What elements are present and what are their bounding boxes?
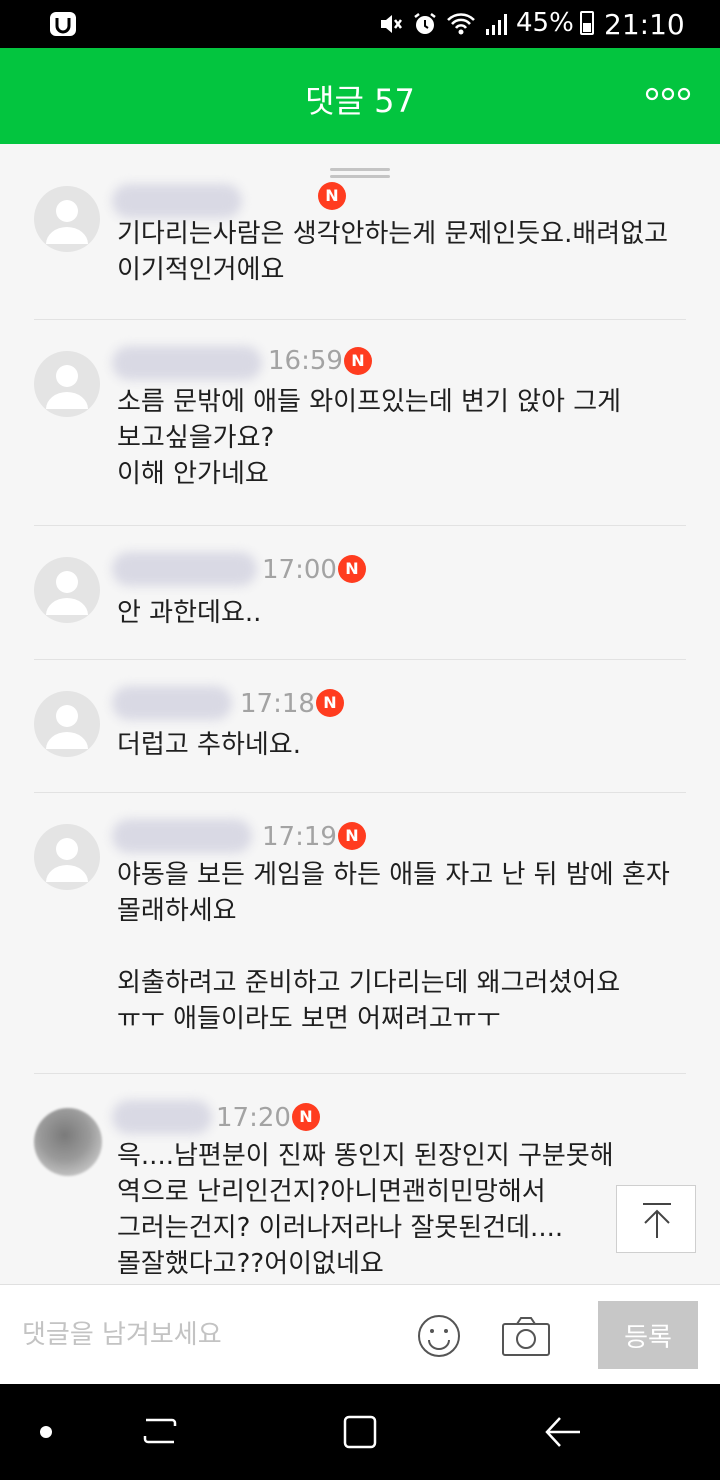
recent-apps-icon[interactable]	[142, 1414, 178, 1448]
nickname-blurred[interactable]	[112, 184, 242, 218]
alarm-icon	[414, 13, 436, 34]
nickname-blurred[interactable]	[112, 552, 257, 586]
status-bar: 45% 21:10	[0, 0, 720, 48]
comment-text: 더럽고 추하네요.	[117, 730, 301, 760]
system-nav-bar	[0, 1384, 720, 1480]
status-icons	[378, 10, 510, 38]
home-icon[interactable]	[342, 1414, 378, 1450]
nickname-blurred[interactable]	[112, 819, 252, 853]
arrow-up-icon	[643, 1203, 671, 1238]
avatar[interactable]	[34, 1108, 102, 1176]
comments-header: 댓글 57	[0, 48, 720, 144]
avatar[interactable]	[34, 351, 100, 417]
comment-text: 윽....남편분이 진짜 똥인지 된장인지 구분못해 역으로 난리인건지?아니면…	[117, 1141, 614, 1279]
comment-time: 17:00	[262, 555, 337, 585]
comment-text: 야동을 보든 게임을 하든 애들 자고 난 뒤 밤에 혼자 몰래하세요 외출하려…	[117, 860, 670, 1034]
camera-icon[interactable]	[501, 1315, 551, 1357]
new-badge: N	[292, 1103, 320, 1131]
comment-time: 17:19	[262, 822, 337, 852]
new-badge: N	[316, 689, 344, 717]
more-icon[interactable]	[644, 82, 692, 106]
comment-time: 17:18	[240, 689, 315, 719]
divider	[34, 792, 686, 793]
signal-icon	[486, 14, 507, 35]
battery-percent: 45%	[516, 8, 574, 38]
comment-input[interactable]	[22, 1317, 382, 1353]
avatar[interactable]	[34, 691, 100, 757]
comment-input-bar: 등록	[0, 1284, 720, 1384]
new-badge: N	[318, 182, 346, 210]
app-icon	[50, 12, 76, 36]
back-icon[interactable]	[544, 1414, 582, 1450]
wifi-icon	[447, 13, 475, 35]
comment-text: 기다리는사람은 생각안하는게 문제인듯요.배려없고 이기적인거에요	[117, 219, 669, 285]
nickname-blurred[interactable]	[112, 346, 262, 380]
avatar[interactable]	[34, 186, 100, 252]
submit-button[interactable]: 등록	[598, 1301, 698, 1369]
comment-text: 소름 문밖에 애들 와이프있는데 변기 앉아 그게 보고싶을가요? 이해 안가네…	[117, 387, 622, 489]
emoji-icon[interactable]	[416, 1313, 462, 1359]
avatar[interactable]	[34, 824, 100, 890]
drag-handle[interactable]	[330, 168, 390, 178]
comment-time: 16:59	[268, 346, 343, 376]
comment-text: 안 과한데요..	[117, 598, 262, 628]
new-badge: N	[344, 347, 372, 375]
comment-list[interactable]: N 기다리는사람은 생각안하는게 문제인듯요.배려없고 이기적인거에요 16:5…	[0, 144, 720, 1284]
nav-dot[interactable]	[40, 1426, 52, 1438]
comment-time: 17:20	[216, 1103, 291, 1133]
new-badge: N	[338, 822, 366, 850]
mute-icon	[381, 15, 402, 33]
scroll-to-top-button[interactable]	[616, 1185, 696, 1253]
avatar[interactable]	[34, 557, 100, 623]
divider	[34, 525, 686, 526]
divider	[34, 659, 686, 660]
battery-icon	[580, 11, 594, 35]
new-badge: N	[338, 555, 366, 583]
divider	[34, 1073, 686, 1074]
clock: 21:10	[604, 8, 685, 41]
nickname-blurred[interactable]	[112, 1100, 212, 1134]
divider	[34, 319, 686, 320]
nickname-blurred[interactable]	[112, 686, 232, 720]
page-title: 댓글 57	[305, 82, 415, 120]
